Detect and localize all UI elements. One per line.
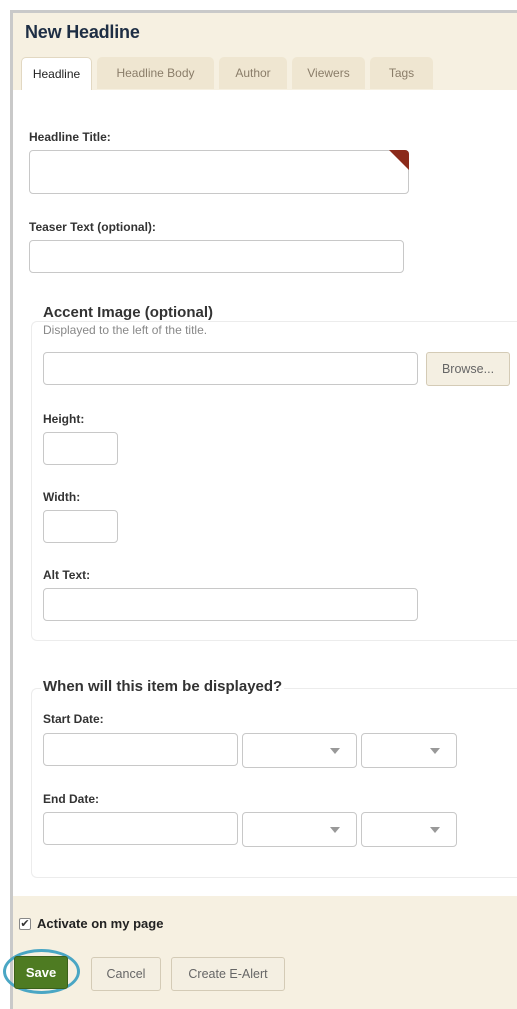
accent-image-file-input[interactable] (43, 352, 418, 385)
accent-image-legend: Accent Image (optional) (41, 304, 216, 321)
end-time-hour-select[interactable] (242, 812, 357, 847)
start-date-label: Start Date: (43, 712, 104, 726)
start-time-minute-select[interactable] (361, 733, 457, 768)
tab-viewers[interactable]: Viewers (292, 57, 365, 89)
tab-headline-body[interactable]: Headline Body (97, 57, 214, 89)
teaser-text-label: Teaser Text (optional): (29, 220, 156, 234)
accent-image-help-text: Displayed to the left of the title. (43, 323, 208, 337)
display-dates-fieldset (31, 688, 517, 878)
start-date-input[interactable] (43, 733, 238, 766)
save-button[interactable]: Save (14, 956, 68, 989)
chevron-down-icon (430, 827, 440, 833)
headline-title-label: Headline Title: (29, 130, 111, 144)
width-label: Width: (43, 490, 81, 504)
height-input[interactable] (43, 432, 118, 465)
end-date-input[interactable] (43, 812, 238, 845)
headline-title-input[interactable] (29, 150, 409, 194)
tab-tags[interactable]: Tags (370, 57, 433, 89)
end-time-minute-select[interactable] (361, 812, 457, 847)
alt-text-input[interactable] (43, 588, 418, 621)
chevron-down-icon (330, 827, 340, 833)
chevron-down-icon (430, 748, 440, 754)
width-input[interactable] (43, 510, 118, 543)
tab-headline[interactable]: Headline (21, 57, 92, 90)
teaser-text-input[interactable] (29, 240, 404, 273)
create-e-alert-button[interactable]: Create E-Alert (171, 957, 285, 991)
display-dates-legend: When will this item be displayed? (41, 678, 285, 695)
browse-button[interactable]: Browse... (426, 352, 510, 386)
required-indicator-icon (389, 150, 409, 170)
activate-checkbox[interactable]: ✔ (19, 918, 31, 930)
cancel-button[interactable]: Cancel (91, 957, 161, 991)
dialog-title: New Headline (25, 22, 140, 42)
tab-author[interactable]: Author (219, 57, 287, 89)
tab-panel: Headline Title: Teaser Text (optional): … (13, 90, 517, 896)
dialog: New Headline Headline Headline Body Auth… (10, 10, 517, 1009)
activate-label: Activate on my page (37, 916, 164, 931)
height-label: Height: (43, 412, 85, 426)
chevron-down-icon (330, 748, 340, 754)
alt-text-label: Alt Text: (43, 568, 91, 582)
end-date-label: End Date: (43, 792, 100, 806)
start-time-hour-select[interactable] (242, 733, 357, 768)
